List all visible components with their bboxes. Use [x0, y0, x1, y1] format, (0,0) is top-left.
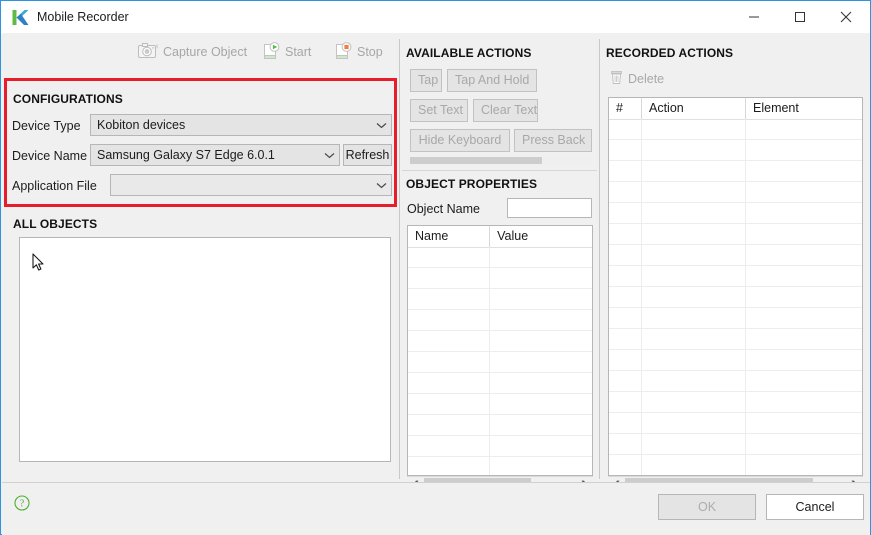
table-header-row: Name Value	[408, 226, 592, 248]
table-header-row: # Action Element	[609, 98, 862, 120]
capture-object-label: Capture Object	[163, 45, 248, 59]
left-panel: CONFIGURATIONS Device Type Kobiton devic…	[2, 77, 398, 481]
table-row[interactable]	[609, 371, 862, 392]
stop-button[interactable]: Stop	[335, 39, 383, 65]
application-file-select[interactable]	[110, 174, 392, 196]
table-row[interactable]	[609, 245, 862, 266]
table-row[interactable]	[408, 352, 592, 373]
right-panel: RECORDED ACTIONS Delete # Action Element	[602, 39, 870, 494]
column-header-action: Action	[642, 98, 746, 119]
device-name-select[interactable]: Samsung Galaxy S7 Edge 6.0.1	[90, 144, 340, 166]
delete-action-button[interactable]: Delete	[610, 69, 664, 89]
column-header-index: #	[609, 98, 642, 119]
table-row[interactable]	[609, 182, 862, 203]
table-row[interactable]	[408, 436, 592, 457]
refresh-button[interactable]: Refresh	[343, 144, 392, 166]
table-row[interactable]	[609, 455, 862, 475]
table-row[interactable]	[609, 224, 862, 245]
object-properties-heading: OBJECT PROPERTIES	[406, 177, 538, 191]
katalon-k-logo-icon	[12, 9, 29, 26]
table-row[interactable]	[609, 266, 862, 287]
close-button[interactable]	[823, 1, 869, 32]
available-actions-horizontal-scrollbar[interactable]	[410, 157, 592, 164]
stop-record-icon	[335, 41, 352, 63]
stop-label: Stop	[357, 45, 383, 59]
title-bar: Mobile Recorder	[1, 1, 870, 34]
table-row[interactable]	[408, 394, 592, 415]
table-row[interactable]	[609, 119, 862, 140]
mobile-recorder-window: Mobile Recorder Capture Object Start Sto…	[0, 0, 871, 535]
table-row[interactable]	[609, 203, 862, 224]
table-row[interactable]	[408, 247, 592, 268]
object-properties-table[interactable]: Name Value	[407, 225, 593, 476]
device-name-label: Device Name	[12, 149, 88, 163]
column-header-value: Value	[497, 229, 529, 243]
table-row[interactable]	[408, 373, 592, 394]
configurations-heading: CONFIGURATIONS	[13, 92, 123, 106]
scrollbar-thumb[interactable]	[410, 157, 542, 164]
table-row[interactable]	[408, 310, 592, 331]
action-press-back-button[interactable]: Press Back	[514, 129, 592, 152]
table-row[interactable]	[609, 413, 862, 434]
device-name-value: Samsung Galaxy S7 Edge 6.0.1	[97, 148, 275, 162]
chevron-down-icon	[320, 152, 339, 159]
table-row[interactable]	[609, 350, 862, 371]
ok-button[interactable]: OK	[658, 494, 756, 520]
dialog-footer: ? OK Cancel	[2, 483, 870, 535]
table-row[interactable]	[408, 415, 592, 436]
all-objects-heading: ALL OBJECTS	[13, 217, 98, 231]
application-file-label: Application File	[12, 179, 97, 193]
action-clear-text-button[interactable]: Clear Text	[473, 99, 538, 122]
start-record-icon	[263, 41, 280, 63]
delete-label: Delete	[628, 72, 665, 86]
object-name-label: Object Name	[407, 202, 480, 216]
recorded-actions-heading: RECORDED ACTIONS	[606, 46, 734, 60]
table-row[interactable]	[609, 308, 862, 329]
svg-text:?: ?	[20, 499, 25, 510]
chevron-down-icon	[372, 122, 391, 129]
trash-icon	[610, 70, 623, 88]
object-name-input[interactable]	[507, 198, 592, 218]
table-row[interactable]	[408, 268, 592, 289]
table-row[interactable]	[609, 392, 862, 413]
table-row[interactable]	[408, 331, 592, 352]
chevron-down-icon	[372, 182, 391, 189]
available-actions-heading: AVAILABLE ACTIONS	[406, 46, 532, 60]
minimize-button[interactable]	[731, 1, 777, 32]
table-row[interactable]	[609, 161, 862, 182]
table-row[interactable]	[609, 140, 862, 161]
device-type-select[interactable]: Kobiton devices	[90, 114, 392, 136]
section-divider	[402, 170, 597, 171]
camera-icon	[138, 42, 158, 62]
table-row[interactable]	[609, 434, 862, 455]
device-type-label: Device Type	[12, 119, 81, 133]
window-title: Mobile Recorder	[37, 10, 129, 24]
help-question-icon[interactable]: ?	[14, 495, 30, 511]
action-set-text-button[interactable]: Set Text	[410, 99, 468, 122]
object-properties-rows	[408, 247, 592, 475]
column-header-name: Name	[408, 226, 491, 247]
all-objects-tree[interactable]	[19, 237, 391, 462]
recorded-actions-rows	[609, 119, 862, 475]
action-hide-keyboard-button[interactable]: Hide Keyboard	[410, 129, 510, 152]
maximize-button[interactable]	[777, 1, 823, 32]
table-row[interactable]	[609, 329, 862, 350]
recorded-actions-table[interactable]: # Action Element	[608, 97, 863, 476]
table-row[interactable]	[408, 289, 592, 310]
capture-object-button[interactable]: Capture Object	[138, 39, 247, 65]
action-tap-and-hold-button[interactable]: Tap And Hold	[447, 69, 537, 92]
table-row[interactable]	[408, 457, 592, 475]
table-row[interactable]	[609, 287, 862, 308]
device-type-value: Kobiton devices	[97, 118, 186, 132]
column-header-element: Element	[753, 101, 799, 115]
start-button[interactable]: Start	[263, 39, 311, 65]
cancel-button[interactable]: Cancel	[766, 494, 864, 520]
action-tap-button[interactable]: Tap	[410, 69, 442, 92]
middle-panel: AVAILABLE ACTIONS Tap Tap And Hold Set T…	[402, 39, 597, 494]
start-label: Start	[285, 45, 312, 59]
